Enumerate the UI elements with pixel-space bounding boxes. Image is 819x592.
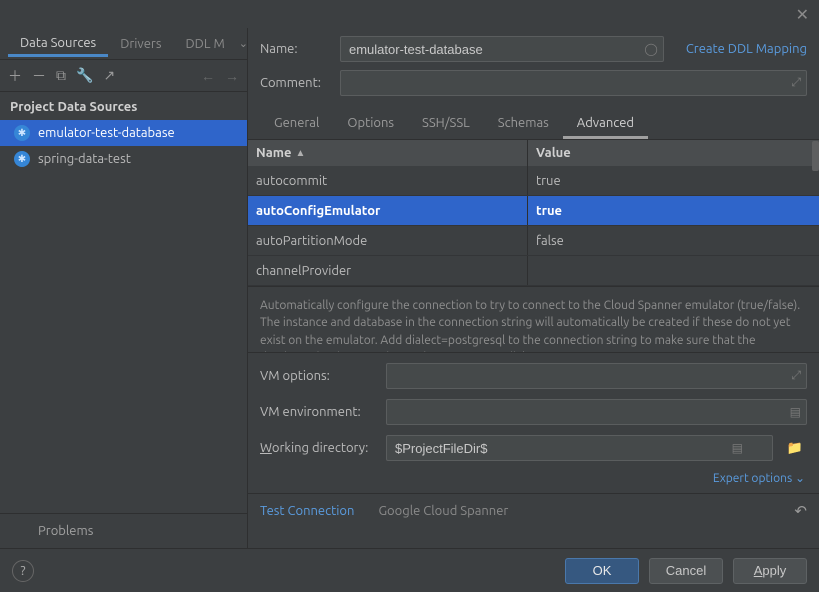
table-row[interactable]: channelProvider bbox=[248, 256, 819, 286]
left-panel: Data Sources Drivers DDL M ⌄ ＋ － ⧉ 🔧 ↗ ←… bbox=[0, 28, 248, 548]
vm-env-input[interactable] bbox=[386, 399, 807, 425]
tree-item-label: spring-data-test bbox=[38, 152, 131, 166]
tab-ddl[interactable]: DDL M bbox=[174, 31, 237, 57]
tab-data-sources[interactable]: Data Sources bbox=[8, 30, 108, 57]
expert-options-link[interactable]: Expert options ⌄ bbox=[713, 471, 805, 485]
sub-tabs: General Options SSH/SSL Schemas Advanced bbox=[248, 108, 819, 140]
back-icon[interactable]: ← bbox=[201, 68, 215, 84]
list-icon[interactable]: ▤ bbox=[732, 441, 743, 455]
properties-table: Name ▲ Value autocommit true autoConfigEm… bbox=[248, 140, 819, 287]
prop-value[interactable]: true bbox=[528, 204, 819, 218]
undo-icon[interactable]: ↶ bbox=[794, 502, 807, 520]
sort-asc-icon: ▲ bbox=[295, 147, 305, 159]
help-icon[interactable]: ? bbox=[12, 560, 34, 582]
subtab-ssh[interactable]: SSH/SSL bbox=[408, 108, 484, 139]
subtab-options[interactable]: Options bbox=[333, 108, 408, 139]
add-icon[interactable]: ＋ bbox=[8, 66, 22, 86]
tree-item[interactable]: ✱ spring-data-test bbox=[0, 146, 247, 172]
export-icon[interactable]: ↗ bbox=[103, 67, 115, 84]
subtab-advanced[interactable]: Advanced bbox=[563, 108, 648, 139]
table-row[interactable]: autocommit true bbox=[248, 166, 819, 196]
tree-item[interactable]: ✱ emulator-test-database bbox=[0, 120, 247, 146]
folder-icon[interactable]: 📁 bbox=[783, 435, 807, 461]
vm-env-label: VM environment: bbox=[260, 405, 376, 419]
dialog-footer: ? OK Cancel Apply bbox=[0, 548, 819, 592]
copy-icon[interactable]: ⧉ bbox=[56, 67, 66, 84]
section-header: Project Data Sources bbox=[0, 92, 247, 120]
tab-drivers[interactable]: Drivers bbox=[108, 31, 173, 57]
col-name-header[interactable]: Name bbox=[256, 146, 291, 160]
forward-icon[interactable]: → bbox=[225, 68, 239, 84]
prop-value[interactable]: false bbox=[528, 234, 819, 248]
scrollbar[interactable] bbox=[812, 141, 819, 171]
remove-icon[interactable]: － bbox=[32, 66, 46, 86]
wrench-icon[interactable]: 🔧 bbox=[76, 67, 93, 84]
problems-section[interactable]: Problems bbox=[0, 513, 247, 548]
prop-name: autocommit bbox=[248, 166, 528, 195]
database-icon: ✱ bbox=[14, 125, 30, 141]
comment-label: Comment: bbox=[260, 76, 330, 90]
vm-options-input[interactable] bbox=[386, 363, 807, 389]
tab-ddl-label: DDL M bbox=[186, 37, 225, 51]
right-panel: Name: ◯ Create DDL Mapping Comment: ⤢ bbox=[248, 28, 819, 548]
left-toolbar: ＋ － ⧉ 🔧 ↗ ← → bbox=[0, 60, 247, 92]
tree-item-label: emulator-test-database bbox=[38, 126, 175, 140]
driver-name: Google Cloud Spanner bbox=[378, 504, 508, 518]
prop-name: channelProvider bbox=[248, 256, 528, 285]
chevron-down-icon: ⌄ bbox=[795, 472, 805, 485]
table-header[interactable]: Name ▲ Value bbox=[248, 140, 819, 166]
cancel-button[interactable]: Cancel bbox=[649, 558, 723, 584]
close-icon[interactable]: ✕ bbox=[796, 5, 809, 24]
database-icon: ✱ bbox=[14, 151, 30, 167]
name-label: Name: bbox=[260, 42, 330, 56]
prop-value[interactable]: true bbox=[528, 174, 819, 188]
working-dir-label: Working directory: bbox=[260, 441, 376, 455]
test-connection-link[interactable]: Test Connection bbox=[260, 504, 354, 518]
expand-icon[interactable]: ⤢ bbox=[791, 369, 801, 383]
working-dir-input[interactable] bbox=[386, 435, 773, 461]
table-row[interactable]: autoConfigEmulator true bbox=[248, 196, 819, 226]
col-value-header[interactable]: Value bbox=[528, 146, 819, 160]
table-row[interactable]: autoPartitionMode false bbox=[248, 226, 819, 256]
tabs-overflow-icon[interactable]: ⌄ bbox=[239, 37, 248, 50]
prop-name: autoConfigEmulator bbox=[248, 196, 528, 225]
name-input[interactable] bbox=[340, 36, 664, 62]
data-source-tree: ✱ emulator-test-database ✱ spring-data-t… bbox=[0, 120, 247, 499]
left-tabs: Data Sources Drivers DDL M ⌄ bbox=[0, 28, 247, 60]
property-description: Automatically configure the connection t… bbox=[248, 287, 819, 353]
apply-button[interactable]: Apply bbox=[733, 558, 807, 584]
expert-options-label: Expert options bbox=[713, 472, 792, 485]
subtab-schemas[interactable]: Schemas bbox=[484, 108, 563, 139]
subtab-general[interactable]: General bbox=[260, 108, 333, 139]
vm-options-label: VM options: bbox=[260, 369, 376, 383]
prop-name: autoPartitionMode bbox=[248, 226, 528, 255]
create-ddl-link[interactable]: Create DDL Mapping bbox=[686, 42, 807, 56]
ok-button[interactable]: OK bbox=[565, 558, 639, 584]
list-icon[interactable]: ▤ bbox=[790, 405, 801, 419]
comment-input[interactable] bbox=[340, 70, 807, 96]
